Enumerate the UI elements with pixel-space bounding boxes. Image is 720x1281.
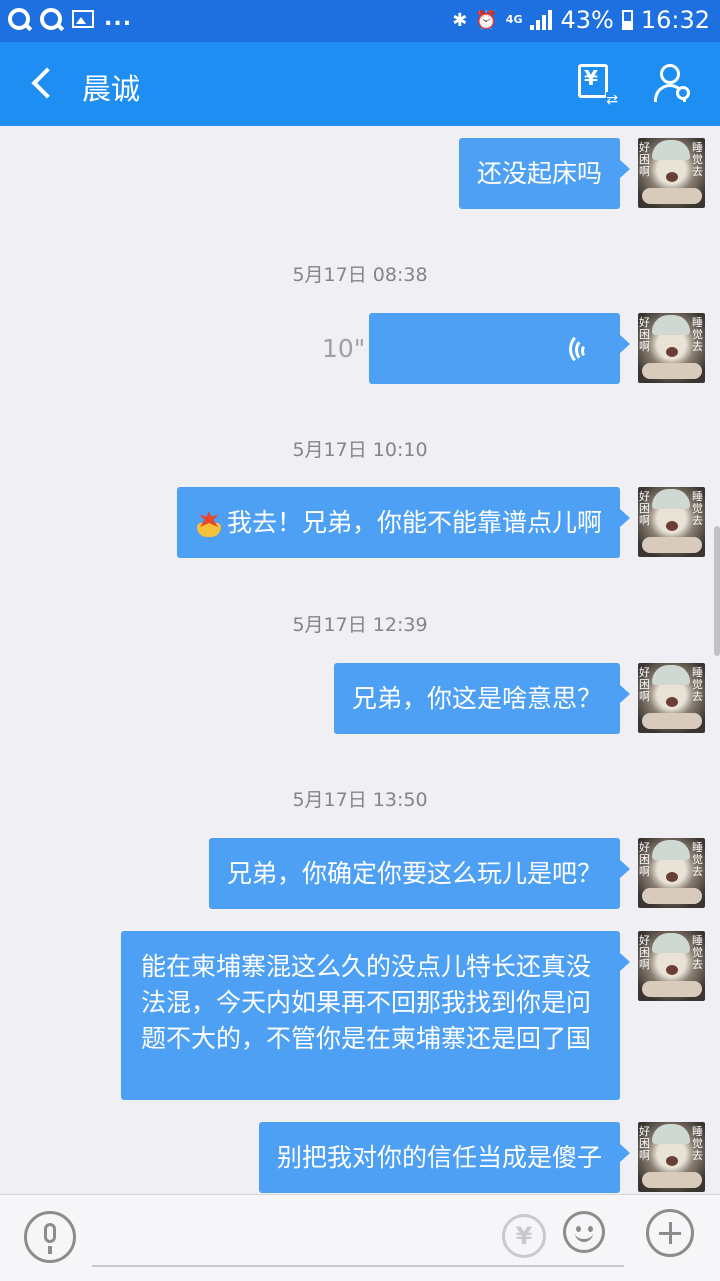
- timestamp: 5月17日 13:50: [292, 789, 428, 811]
- avatar-caption-left: 好困啊: [639, 141, 650, 178]
- back-icon[interactable]: [28, 66, 54, 102]
- mic-stand: [48, 1246, 52, 1254]
- avatar-caption-right: 睡觉去: [692, 1125, 703, 1162]
- avatar-caption-right: 睡觉去: [692, 934, 703, 971]
- avatar-caption-right: 睡觉去: [692, 666, 703, 703]
- smiley-icon[interactable]: [563, 1211, 605, 1253]
- message-bubble[interactable]: 兄弟，你确定你要这么玩儿是吧？: [208, 838, 631, 909]
- message-list[interactable]: 还没起床吗 好困啊 睡觉去 5月17日 08:38 10" 好困啊 睡觉去 5月…: [0, 126, 720, 1194]
- status-bar: ... ✱ ⏰ 4G 43% 16:32: [0, 0, 720, 42]
- input-bar: ¥: [0, 1194, 720, 1281]
- avatar[interactable]: 好困啊 睡觉去: [638, 313, 705, 383]
- burst-emoji-icon: [195, 511, 223, 537]
- image-icon: [72, 10, 94, 28]
- scrollbar-thumb[interactable]: [714, 526, 720, 656]
- timestamp: 5月17日 10:10: [292, 439, 428, 461]
- timestamp: 5月17日 12:39: [292, 614, 428, 636]
- avatar-caption-right: 睡觉去: [692, 841, 703, 878]
- message-text: 还没起床吗: [476, 159, 602, 188]
- message-bubble[interactable]: 能在柬埔寨混这么久的没点儿特长还真没法混，今天内如果再不回那我找到你是问题不大的…: [121, 931, 630, 1100]
- avatar-caption-left: 好困啊: [639, 841, 650, 878]
- message-bubble[interactable]: 还没起床吗: [458, 138, 631, 209]
- yen-transfer-icon[interactable]: ¥ ⇄: [578, 64, 618, 108]
- voice-message-bubble[interactable]: [369, 313, 630, 384]
- signal-icon: [530, 10, 553, 30]
- message-text: 兄弟，你确定你要这么玩儿是吧？: [226, 859, 602, 888]
- avatar[interactable]: 好困啊 睡觉去: [638, 138, 705, 208]
- clock: 16:32: [640, 6, 710, 34]
- timestamp: 5月17日 08:38: [292, 264, 428, 286]
- avatar[interactable]: 好困啊 睡觉去: [638, 838, 705, 908]
- voice-duration: 10": [322, 334, 366, 363]
- voice-wave-icon: [569, 332, 595, 366]
- avatar-caption-right: 睡觉去: [692, 316, 703, 353]
- message-bubble[interactable]: 别把我对你的信任当成是傻子: [258, 1122, 631, 1193]
- message-text: 我去！兄弟，你能不能靠谱点儿啊: [226, 508, 602, 537]
- plus-icon[interactable]: [646, 1209, 694, 1257]
- notification-icons: ...: [8, 8, 132, 30]
- avatar[interactable]: 好困啊 睡觉去: [638, 663, 705, 733]
- avatar[interactable]: 好困啊 睡觉去: [638, 1122, 705, 1192]
- avatar-caption-left: 好困啊: [639, 934, 650, 971]
- chat-title: 晨诚: [82, 72, 141, 106]
- message-bubble[interactable]: 我去！兄弟，你能不能靠谱点儿啊: [176, 487, 631, 558]
- avatar-caption-left: 好困啊: [639, 666, 650, 703]
- avatar[interactable]: 好困啊 睡觉去: [638, 931, 705, 1001]
- profile-settings-icon[interactable]: [654, 64, 694, 104]
- avatar-caption-right: 睡觉去: [692, 490, 703, 527]
- smiley-mouth: [575, 1229, 593, 1242]
- message-bubble[interactable]: 兄弟，你这是啥意思？: [333, 663, 631, 734]
- avatar[interactable]: 好困啊 睡觉去: [638, 487, 705, 557]
- gear-icon: [676, 86, 690, 100]
- swap-arrows: ⇄: [606, 92, 618, 108]
- mic-body: [44, 1223, 56, 1243]
- overflow-indicator: ...: [104, 6, 133, 31]
- system-icons: ✱ ⏰ 4G 43% 16:32: [452, 6, 710, 34]
- avatar-caption-left: 好困啊: [639, 316, 650, 353]
- network-type: 4G: [505, 13, 523, 26]
- avatar-caption-left: 好困啊: [639, 490, 650, 527]
- alarm-icon: ⏰: [475, 9, 498, 31]
- message-text: 别把我对你的信任当成是傻子: [276, 1143, 602, 1172]
- avatar-caption-left: 好困啊: [639, 1125, 650, 1162]
- title-bar: 晨诚 ¥ ⇄: [0, 42, 720, 126]
- microphone-icon[interactable]: [24, 1211, 76, 1263]
- qq-icon: [8, 8, 30, 30]
- message-text: 能在柬埔寨混这么久的没点儿特长还真没法混，今天内如果再不回那我找到你是问题不大的…: [141, 952, 592, 1053]
- red-packet-button[interactable]: ¥: [502, 1214, 546, 1258]
- bluetooth-icon: ✱: [452, 9, 468, 31]
- qq-icon: [40, 8, 62, 30]
- yen-glyph: ¥: [584, 66, 598, 90]
- profile-head: [660, 64, 680, 84]
- battery-percent: 43%: [560, 6, 614, 34]
- avatar-caption-right: 睡觉去: [692, 141, 703, 178]
- message-text: 兄弟，你这是啥意思？: [351, 684, 602, 713]
- battery-icon: [621, 10, 633, 30]
